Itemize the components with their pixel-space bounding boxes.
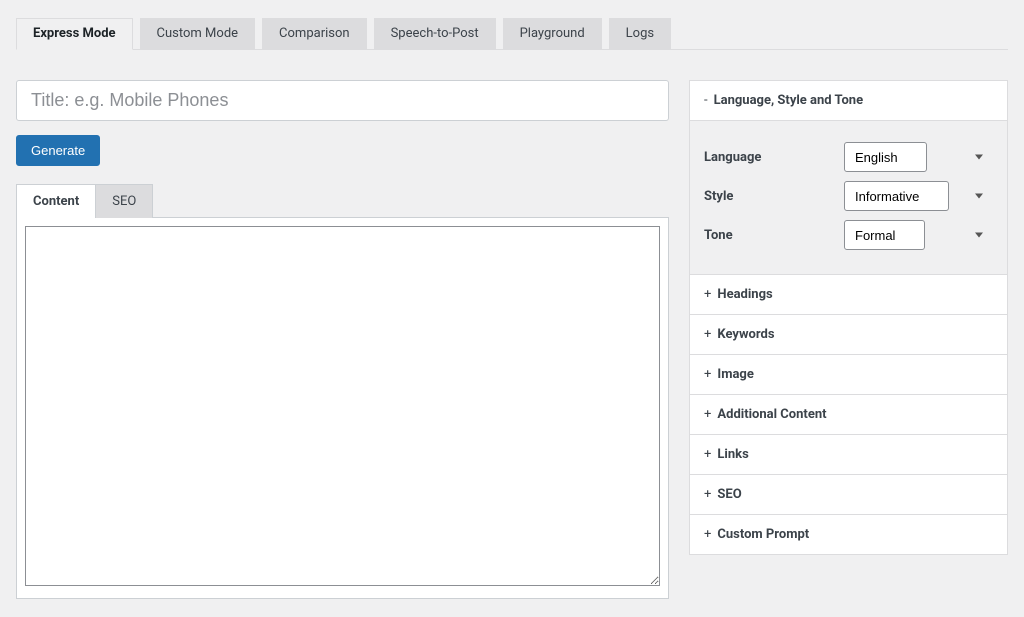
section-label: Additional Content — [717, 407, 826, 422]
options-panel: - Language, Style and Tone Language Engl… — [689, 80, 1008, 555]
section-language-style-tone-body: Language English Style Informative — [690, 121, 1007, 275]
tab-content[interactable]: Content — [16, 184, 96, 218]
generate-button[interactable]: Generate — [16, 135, 100, 166]
section-label: Custom Prompt — [717, 527, 809, 542]
expand-icon: + — [704, 287, 711, 302]
section-custom-prompt[interactable]: + Custom Prompt — [690, 515, 1007, 554]
section-language-style-tone[interactable]: - Language, Style and Tone — [690, 81, 1007, 121]
content-tabs: Content SEO — [16, 184, 669, 218]
section-label: Image — [717, 367, 753, 382]
section-seo[interactable]: + SEO — [690, 475, 1007, 515]
tone-label: Tone — [704, 228, 844, 243]
content-textarea[interactable] — [25, 226, 660, 586]
section-image[interactable]: + Image — [690, 355, 1007, 395]
style-label: Style — [704, 189, 844, 204]
section-additional-content[interactable]: + Additional Content — [690, 395, 1007, 435]
tab-comparison[interactable]: Comparison — [262, 18, 367, 49]
tab-playground[interactable]: Playground — [503, 18, 602, 49]
content-panel — [16, 217, 669, 599]
section-headings[interactable]: + Headings — [690, 275, 1007, 315]
tab-seo[interactable]: SEO — [96, 184, 153, 218]
section-label: Keywords — [717, 327, 774, 342]
section-links[interactable]: + Links — [690, 435, 1007, 475]
tab-custom-mode[interactable]: Custom Mode — [140, 18, 256, 49]
expand-icon: + — [704, 447, 711, 462]
style-select[interactable]: Informative — [844, 181, 949, 211]
section-label: Links — [717, 447, 748, 462]
expand-icon: + — [704, 367, 711, 382]
expand-icon: + — [704, 407, 711, 422]
expand-icon: + — [704, 327, 711, 342]
section-label: SEO — [717, 487, 741, 502]
language-label: Language — [704, 150, 844, 165]
section-label: Headings — [717, 287, 772, 302]
tab-logs[interactable]: Logs — [609, 18, 671, 49]
section-keywords[interactable]: + Keywords — [690, 315, 1007, 355]
tone-select[interactable]: Formal — [844, 220, 925, 250]
title-input[interactable] — [16, 80, 669, 121]
tab-speech-to-post[interactable]: Speech-to-Post — [374, 18, 496, 49]
top-tabs: Express Mode Custom Mode Comparison Spee… — [16, 18, 1008, 50]
language-select[interactable]: English — [844, 142, 927, 172]
tab-express-mode[interactable]: Express Mode — [16, 18, 133, 50]
expand-icon: + — [704, 487, 711, 502]
section-label: Language, Style and Tone — [714, 93, 864, 108]
collapse-icon: - — [704, 93, 708, 108]
expand-icon: + — [704, 527, 711, 542]
